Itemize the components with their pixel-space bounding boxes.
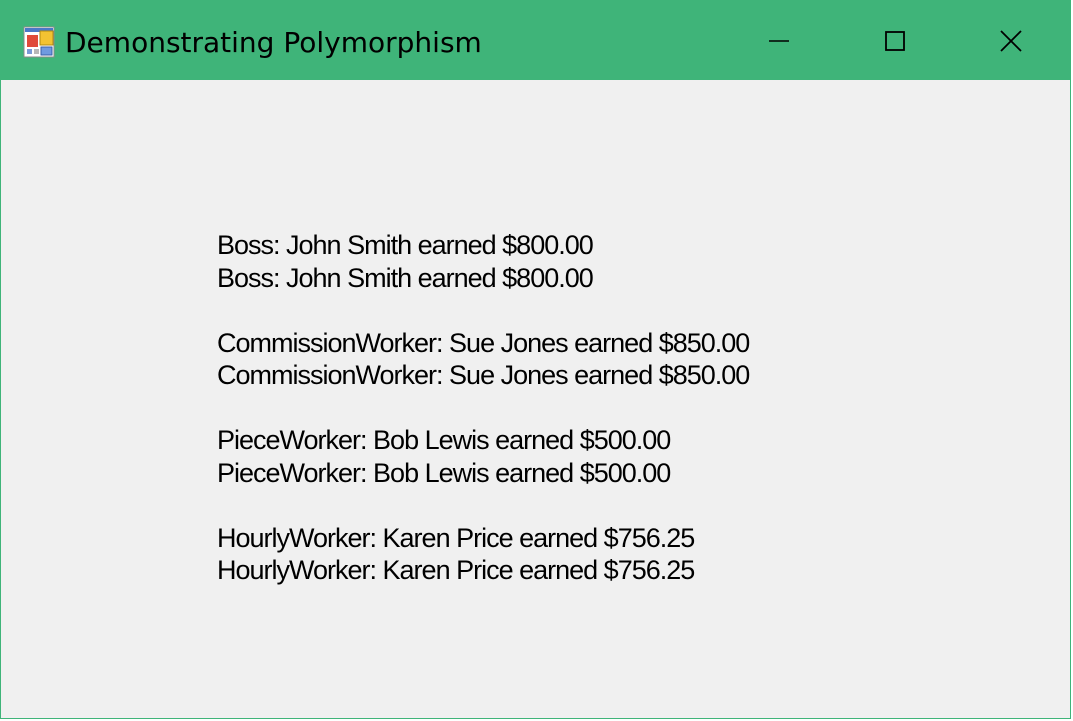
title-bar[interactable]: Demonstrating Polymorphism bbox=[1, 1, 1070, 80]
output-group-hourly-worker: HourlyWorker: Karen Price earned $756.25… bbox=[217, 522, 749, 587]
minimize-button[interactable] bbox=[721, 1, 837, 80]
output-line: PieceWorker: Bob Lewis earned $500.00 bbox=[217, 457, 671, 488]
output-line: Boss: John Smith earned $800.00 bbox=[217, 262, 594, 293]
output-group-commission-worker: CommissionWorker: Sue Jones earned $850.… bbox=[217, 327, 750, 392]
close-button[interactable] bbox=[953, 1, 1069, 80]
output-label: Boss: John Smith earned $800.00 Boss: Jo… bbox=[217, 229, 750, 619]
output-line: Boss: John Smith earned $800.00 bbox=[217, 230, 594, 260]
output-line: CommissionWorker: Sue Jones earned $850.… bbox=[217, 360, 750, 390]
output-line: HourlyWorker: Karen Price earned $756.25 bbox=[217, 522, 695, 553]
output-line: CommissionWorker: Sue Jones earned $850.… bbox=[217, 327, 750, 358]
maximize-icon bbox=[885, 30, 905, 51]
output-line: HourlyWorker: Karen Price earned $756.25 bbox=[217, 555, 695, 585]
minimize-icon bbox=[769, 39, 789, 42]
app-icon bbox=[23, 26, 55, 58]
output-group-boss: Boss: John Smith earned $800.00 Boss: Jo… bbox=[217, 229, 749, 294]
close-icon bbox=[1000, 29, 1022, 52]
application-window: Demonstrating Polymorphism Boss: John Sm… bbox=[0, 0, 1071, 719]
client-area: Boss: John Smith earned $800.00 Boss: Jo… bbox=[1, 80, 1070, 720]
output-line: PieceWorker: Bob Lewis earned $500.00 bbox=[217, 425, 671, 455]
output-group-piece-worker: PieceWorker: Bob Lewis earned $500.00 Pi… bbox=[217, 424, 749, 489]
maximize-button[interactable] bbox=[837, 1, 953, 80]
window-title: Demonstrating Polymorphism bbox=[65, 26, 482, 59]
